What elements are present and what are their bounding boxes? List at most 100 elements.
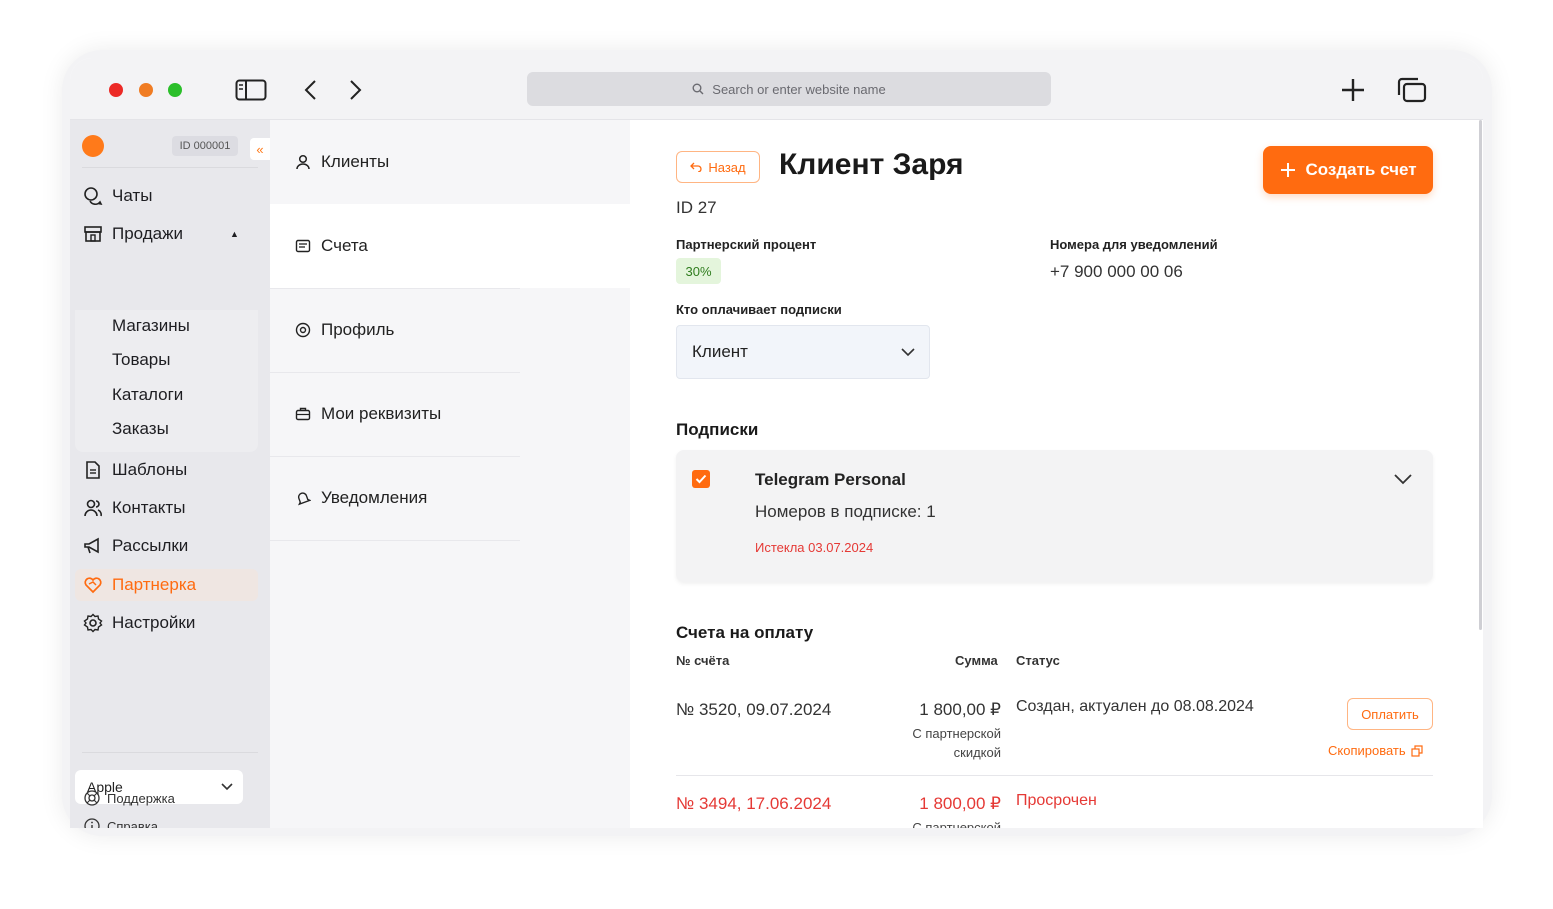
section-nav-label: Уведомления	[321, 488, 428, 507]
sidebar-item-sales[interactable]: Продажи ▲	[75, 218, 258, 250]
megaphone-icon	[83, 536, 103, 556]
partner-percent-label: Партнерский процент	[676, 237, 817, 252]
section-nav: Клиенты Счета Профиль Мои реквизиты Увед…	[270, 120, 630, 828]
section-nav-requisites[interactable]: Мои реквизиты	[270, 372, 630, 456]
search-icon	[692, 83, 704, 95]
chevron-down-icon	[901, 347, 915, 356]
invoice-status: Просрочен	[1016, 792, 1097, 809]
sidebar-subitem-catalogs[interactable]: Каталоги	[112, 385, 183, 405]
invoice-discount-note: С партнерской скидкой	[912, 724, 1001, 762]
column-header-status: Статус	[1016, 653, 1060, 668]
sidebar-item-mailings[interactable]: Рассылки	[75, 530, 258, 562]
address-bar-placeholder: Search or enter website name	[712, 81, 886, 97]
sidebar-item-label: Контакты	[112, 498, 186, 517]
sidebar-subitem-stores[interactable]: Магазины	[112, 316, 190, 336]
scrollbar[interactable]	[1479, 120, 1482, 630]
support-link[interactable]: Поддержка	[84, 790, 175, 806]
subscriptions-title: Подписки	[676, 420, 759, 439]
chevron-down-icon[interactable]	[1394, 472, 1412, 490]
sidebar-item-label: Настройки	[112, 613, 196, 632]
app-sidebar: ID 000001 « Чаты Продажи ▲ Магазины Това…	[70, 120, 270, 828]
chevron-down-icon	[221, 783, 233, 791]
account-id-badge: ID 000001	[172, 136, 238, 156]
payer-select-value: Клиент	[692, 342, 748, 361]
sidebar-item-partners[interactable]: Партнерка	[75, 569, 258, 601]
copy-link[interactable]: Скопировать	[1328, 743, 1423, 758]
sidebar-item-settings[interactable]: Настройки	[75, 607, 258, 639]
section-nav-invoices[interactable]: Счета	[270, 204, 630, 288]
bell-icon	[297, 492, 311, 506]
back-nav-icon[interactable]	[294, 76, 328, 104]
notify-numbers-label: Номера для уведомлений	[1050, 237, 1218, 252]
section-nav-label: Счета	[321, 236, 368, 255]
store-icon	[83, 224, 103, 244]
minimize-window-button[interactable]	[139, 83, 153, 97]
section-nav-clients[interactable]: Клиенты	[270, 120, 630, 204]
document-icon	[83, 460, 103, 480]
payer-select[interactable]: Клиент	[676, 325, 930, 379]
collapse-sidebar-icon[interactable]: «	[250, 138, 270, 160]
address-bar[interactable]: Search or enter website name	[527, 72, 1051, 106]
chat-icon	[83, 186, 103, 206]
invoice-number: № 3494, 17.06.2024	[676, 794, 832, 813]
subscription-checkbox[interactable]	[692, 470, 710, 488]
sidebar-item-contacts[interactable]: Контакты	[75, 492, 258, 524]
create-invoice-button[interactable]: Создать счет	[1263, 146, 1433, 194]
forward-nav-icon[interactable]	[338, 76, 372, 104]
subscription-status: Истекла 03.07.2024	[755, 540, 874, 555]
sidebar-subitem-orders[interactable]: Заказы	[112, 419, 169, 439]
divider	[82, 167, 258, 168]
section-nav-notifications[interactable]: Уведомления	[270, 456, 630, 540]
subscription-card[interactable]: Telegram Personal Номеров в подписке: 1 …	[676, 450, 1433, 582]
plus-icon	[1281, 163, 1296, 177]
partner-percent-badge: 30%	[676, 258, 721, 284]
help-label: Справка	[107, 818, 158, 829]
briefcase-icon	[295, 407, 311, 421]
sidebar-subitem-products[interactable]: Товары	[112, 350, 170, 370]
tab-overview-icon[interactable]	[1395, 76, 1429, 104]
divider	[270, 540, 520, 541]
new-tab-icon[interactable]	[1336, 76, 1370, 104]
sidebar-item-chats[interactable]: Чаты	[75, 180, 258, 212]
copy-link-label: Скопировать	[1328, 743, 1406, 758]
sidebar-item-templates[interactable]: Шаблоны	[75, 454, 258, 486]
sidebar-item-label: Чаты	[112, 186, 153, 205]
section-nav-label: Клиенты	[321, 152, 390, 171]
section-nav-label: Мои реквизиты	[321, 404, 442, 423]
subscription-count: Номеров в подписке: 1	[755, 502, 936, 521]
contacts-icon	[83, 498, 103, 518]
sidebar-toggle-icon[interactable]	[234, 76, 268, 104]
payer-label: Кто оплачивает подписки	[676, 302, 842, 317]
invoice-number: № 3520, 09.07.2024	[676, 700, 832, 719]
close-window-button[interactable]	[109, 83, 123, 97]
discount-note-line: С партнерской	[912, 726, 1001, 741]
help-link[interactable]: Справка	[84, 818, 158, 828]
back-button-label: Назад	[708, 159, 746, 175]
create-invoice-label: Создать счет	[1305, 160, 1417, 179]
gear-icon	[83, 613, 103, 633]
check-icon	[695, 474, 707, 484]
column-header-number: № счёта	[676, 653, 730, 668]
maximize-window-button[interactable]	[168, 83, 182, 97]
invoice-discount-note: С партнерской	[912, 820, 1001, 828]
invoice-sum: 1 800,00 ₽	[919, 794, 1001, 813]
lifebuoy-icon	[84, 790, 100, 806]
pay-button[interactable]: Оплатить	[1347, 698, 1433, 730]
client-id: ID 27	[676, 198, 717, 217]
divider	[676, 775, 1433, 776]
at-icon	[295, 322, 311, 338]
section-nav-profile[interactable]: Профиль	[270, 288, 630, 372]
invoices-title: Счета на оплату	[676, 623, 814, 642]
return-arrow-icon	[690, 162, 702, 172]
client-detail-panel: Назад Клиент Заря Создать счет ID 27 Пар…	[630, 120, 1483, 828]
back-button[interactable]: Назад	[676, 151, 760, 183]
handshake-heart-icon	[83, 575, 103, 595]
browser-titlebar: Search or enter website name	[70, 58, 1483, 120]
discount-note-line: скидкой	[953, 745, 1001, 760]
page-title: Клиент Заря	[779, 148, 964, 181]
info-icon	[84, 818, 100, 828]
copy-icon	[1411, 744, 1423, 757]
subscription-name: Telegram Personal	[755, 470, 906, 489]
sidebar-item-label: Продажи	[112, 224, 183, 243]
section-nav-label: Профиль	[321, 320, 395, 339]
